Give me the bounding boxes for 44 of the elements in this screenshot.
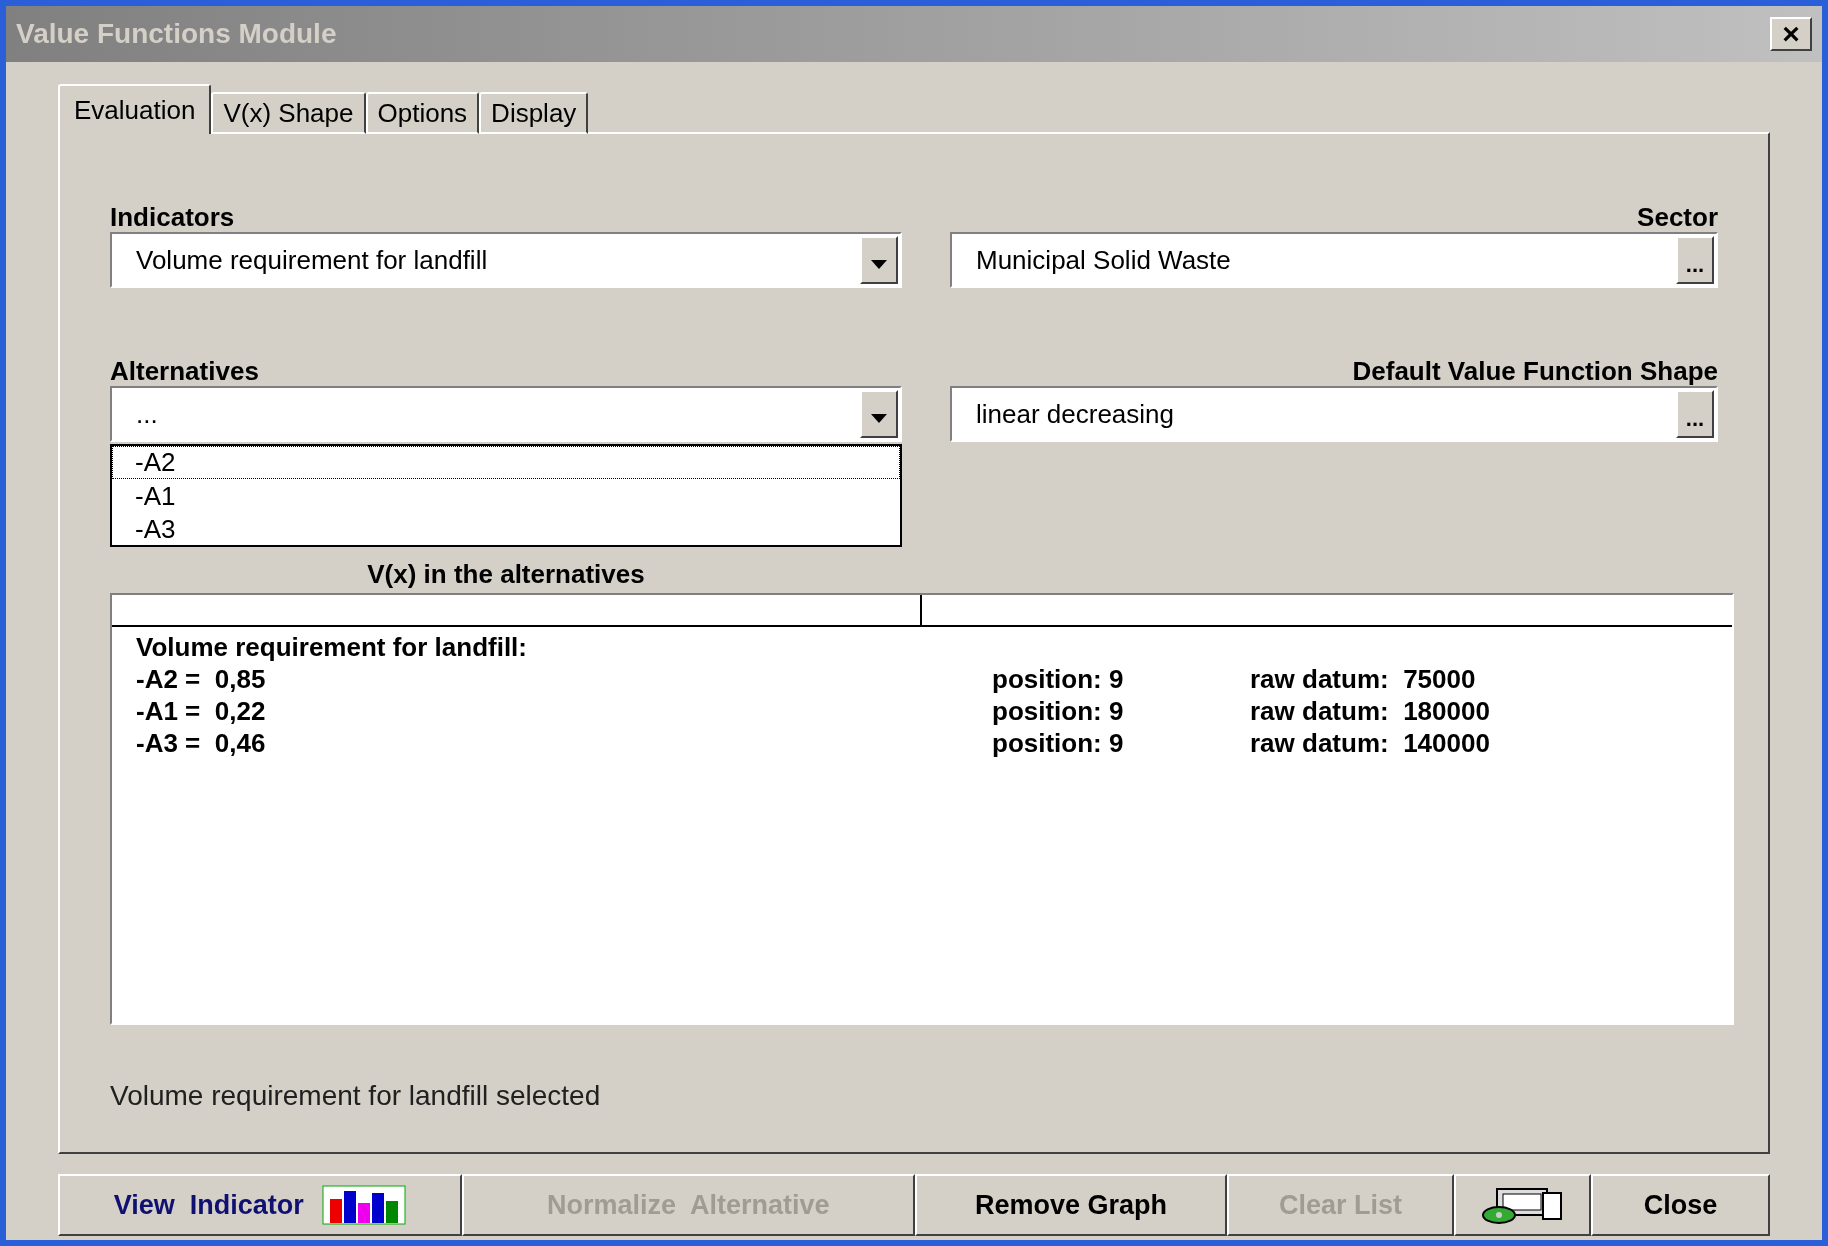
field-value: Volume requirement for landfill bbox=[136, 243, 488, 277]
result-value: -A3 = 0,46 bbox=[136, 727, 267, 759]
close-button[interactable]: × bbox=[1770, 17, 1812, 51]
browse-button[interactable]: ... bbox=[1676, 390, 1714, 438]
field-label: Default Value Function Shape bbox=[1352, 355, 1718, 386]
result-raw-datum: raw datum: 75000 bbox=[1250, 663, 1476, 695]
dialog-button[interactable]: Remove Graph bbox=[914, 1174, 1228, 1236]
text-field[interactable]: Municipal Solid Waste ... bbox=[950, 232, 1718, 288]
list-item[interactable]: -A3 bbox=[112, 512, 900, 545]
field-label: Sector bbox=[1637, 201, 1718, 232]
result-raw-datum: raw datum: 180000 bbox=[1250, 695, 1490, 727]
field-value: ... bbox=[136, 397, 158, 431]
section-label: V(x) in the alternatives bbox=[366, 558, 646, 589]
result-value: -A2 = 0,85 bbox=[136, 663, 267, 695]
list-item[interactable]: -A1 bbox=[112, 479, 900, 512]
field-value: linear decreasing bbox=[976, 397, 1174, 431]
dropdown-button[interactable] bbox=[860, 236, 898, 284]
result-value: -A1 = 0,22 bbox=[136, 695, 267, 727]
field-value: Municipal Solid Waste bbox=[976, 243, 1231, 277]
bar-chart-icon bbox=[321, 1185, 406, 1225]
window-title: Value Functions Module bbox=[16, 17, 337, 51]
dropdown-arrow-icon bbox=[871, 260, 887, 270]
list-item[interactable]: -A2 bbox=[112, 446, 900, 479]
dropdown-field[interactable]: ... bbox=[110, 386, 902, 442]
dropdown-field[interactable]: Volume requirement for landfill bbox=[110, 232, 902, 288]
status-text: Volume requirement for landfill selected bbox=[110, 1079, 602, 1113]
result-position: position: 9 bbox=[992, 727, 1125, 759]
dropdown-arrow-icon bbox=[871, 414, 887, 424]
field-label: Alternatives bbox=[110, 355, 260, 386]
result-position: position: 9 bbox=[992, 663, 1125, 695]
dropdown-button[interactable] bbox=[860, 390, 898, 438]
browse-button[interactable]: ... bbox=[1676, 236, 1714, 284]
view-indicator-button[interactable]: View Indicator bbox=[58, 1174, 462, 1236]
text-field[interactable]: linear decreasing ... bbox=[950, 386, 1718, 442]
tab[interactable]: Display bbox=[479, 92, 589, 134]
tab[interactable]: Options bbox=[365, 92, 480, 134]
result-heading: Volume requirement for landfill: bbox=[136, 631, 528, 663]
tab[interactable]: Evaluation bbox=[58, 84, 212, 134]
dialog-button[interactable]: Close bbox=[1591, 1174, 1770, 1236]
field-label: Indicators bbox=[110, 201, 236, 232]
tab[interactable]: V(x) Shape bbox=[211, 92, 366, 134]
toolbar-button[interactable] bbox=[1453, 1174, 1592, 1236]
result-raw-datum: raw datum: 140000 bbox=[1250, 727, 1490, 759]
result-position: position: 9 bbox=[992, 695, 1125, 727]
